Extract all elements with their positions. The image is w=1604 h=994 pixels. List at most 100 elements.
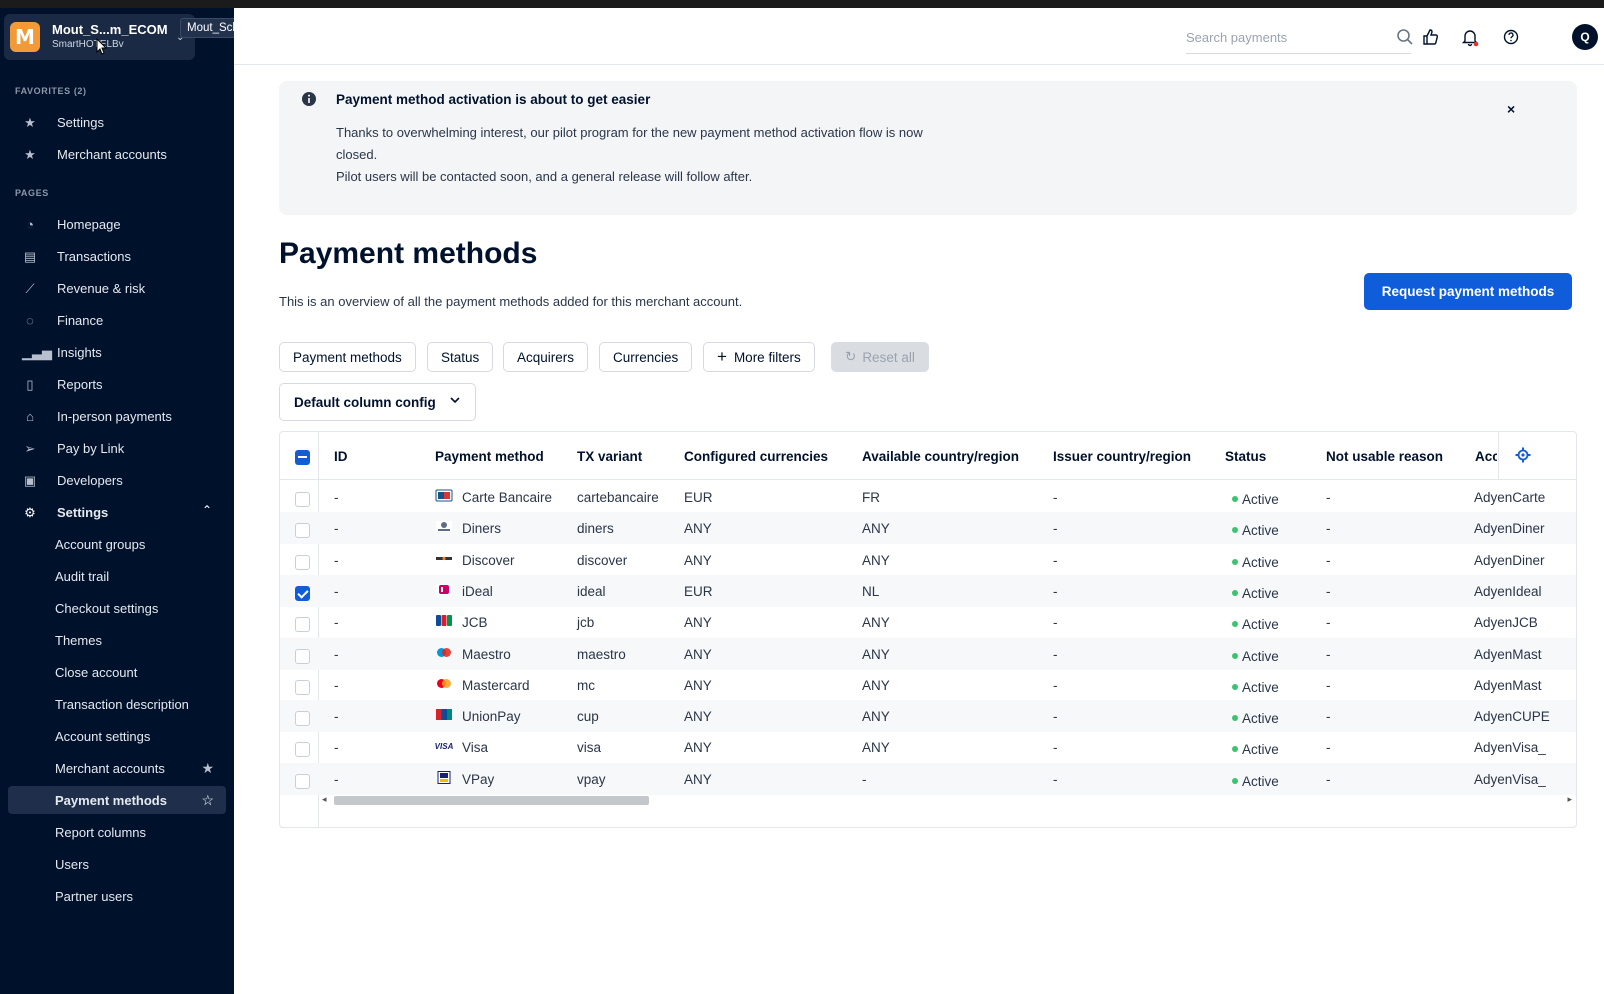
cell-payment-method[interactable]: JCB (462, 615, 488, 630)
filter-status[interactable]: Status (427, 342, 494, 372)
cell-account: AdyenVisa_ (1474, 771, 1546, 787)
sidebar-item-settings[interactable]: ⚙ Settings ⌃ (8, 498, 226, 526)
sidebar-item-label: Pay by Link (57, 440, 125, 456)
row-checkbox[interactable] (295, 523, 310, 539)
cell-payment-method[interactable]: Diners (462, 521, 501, 536)
info-icon (302, 92, 316, 106)
cell-payment-method[interactable]: UnionPay (462, 709, 521, 724)
sidebar-sub-account-settings[interactable]: Account settings (8, 722, 226, 750)
table-row[interactable]: - UnionPay cup ANY ANY - Active - AdyenCUPE (280, 700, 1576, 733)
scroll-right-icon[interactable]: ▸ (1567, 794, 1572, 805)
sidebar-sub-themes[interactable]: Themes (8, 626, 226, 654)
star-icon[interactable]: ★ (201, 760, 214, 777)
column-header-account[interactable]: Acc (1475, 449, 1497, 464)
table-row[interactable]: - Maestro maestro ANY ANY - Active - AdyenMast (280, 637, 1576, 670)
table-row[interactable]: - Discover discover ANY ANY - Active - AdyenDine… (280, 544, 1576, 576)
sidebar-sub-account-groups[interactable]: Account groups (8, 530, 226, 558)
sidebar-item-label: Settings (57, 504, 109, 520)
sidebar-sub-close-account[interactable]: Close account (8, 658, 226, 686)
column-header-payment-method[interactable]: Payment method (435, 449, 544, 464)
avatar[interactable]: Q (1572, 24, 1598, 50)
sidebar-item-revenue-risk[interactable]: ⟋ Revenue & risk (8, 274, 226, 302)
sidebar-sub-partner-users[interactable]: Partner users (8, 882, 226, 910)
column-header-status[interactable]: Status (1225, 449, 1266, 464)
cell-payment-method[interactable]: Maestro (462, 647, 511, 662)
column-header-available-country[interactable]: Available country/region (862, 449, 1019, 464)
cell-id: - (334, 740, 339, 756)
table-row[interactable]: - iDeal ideal EUR NL - Active - AdyenIdeal (280, 574, 1576, 607)
bell-icon[interactable] (1460, 27, 1480, 47)
sidebar-item-in-person-payments[interactable]: ⌂ In-person payments (8, 402, 226, 430)
reset-all-button[interactable]: ↻ Reset all (831, 342, 929, 372)
row-checkbox[interactable] (295, 648, 310, 664)
row-checkbox[interactable] (295, 711, 310, 727)
help-icon[interactable] (1501, 27, 1521, 47)
sidebar-sub-transaction-description[interactable]: Transaction description (8, 690, 226, 718)
row-checkbox[interactable] (295, 773, 310, 789)
filter-payment-methods[interactable]: Payment methods (279, 342, 416, 372)
favorite-merchant-accounts[interactable]: ★ Merchant accounts (8, 140, 226, 168)
sidebar-item-finance[interactable]: ◌ Finance (8, 306, 226, 334)
sidebar-sub-users[interactable]: Users (8, 850, 226, 878)
filter-acquirers[interactable]: Acquirers (503, 342, 589, 372)
row-checkbox[interactable] (295, 554, 310, 570)
cell-payment-method[interactable]: Mastercard (462, 678, 530, 693)
thumbs-up-icon[interactable] (1420, 27, 1440, 47)
cell-payment-method[interactable]: iDeal (462, 584, 493, 599)
svg-text:VISA: VISA (435, 742, 453, 751)
row-checkbox[interactable] (295, 492, 310, 507)
sidebar-item-homepage[interactable]: ◔ Homepage (8, 210, 226, 238)
filter-currencies[interactable]: Currencies (599, 342, 693, 372)
column-header-id[interactable]: ID (334, 449, 348, 464)
row-checkbox[interactable] (295, 679, 310, 695)
terminal-icon: ▣ (23, 473, 37, 488)
row-checkbox[interactable] (295, 585, 310, 601)
column-config-dropdown[interactable]: Default column config (279, 383, 476, 421)
more-filters-button[interactable]: + More filters (703, 342, 815, 372)
favorite-settings[interactable]: ★ Settings (8, 108, 226, 136)
sidebar-sub-audit-trail[interactable]: Audit trail (8, 562, 226, 590)
cell-payment-method[interactable]: Carte Bancaire (462, 490, 552, 505)
row-checkbox[interactable] (295, 742, 310, 758)
column-header-configured-currencies[interactable]: Configured currencies (684, 449, 828, 464)
column-header-tx-variant[interactable]: TX variant (577, 449, 642, 464)
sidebar-sub-payment-methods[interactable]: Payment methods ☆ (8, 786, 226, 814)
search-input[interactable] (1186, 22, 1411, 54)
cell-not-usable-reason: - (1326, 709, 1331, 725)
table-row[interactable]: - VPay vpay ANY - - Active - AdyenVisa_ (280, 762, 1576, 795)
column-header-issuer-country[interactable]: Issuer country/region (1053, 449, 1191, 464)
table-row[interactable]: - Carte Bancaire cartebancaire EUR FR - Active… (280, 481, 1576, 513)
sidebar-item-developers[interactable]: ▣ Developers (8, 466, 226, 494)
table-row[interactable]: - JCB jcb ANY ANY - Active - AdyenJCB (280, 606, 1576, 638)
gear-icon[interactable] (1514, 446, 1532, 464)
company-name: SmartHOTELBv (52, 39, 124, 50)
cell-account: AdyenMast (1474, 677, 1542, 693)
sidebar-sub-merchant-accounts[interactable]: Merchant accounts ★ (8, 754, 226, 782)
close-icon[interactable]: × (1507, 101, 1515, 117)
sidebar-item-pay-by-link[interactable]: ➢ Pay by Link (8, 434, 226, 462)
sidebar-item-transactions[interactable]: ▤ Transactions (8, 242, 226, 270)
cell-payment-method[interactable]: Discover (462, 553, 515, 568)
scroll-left-icon[interactable]: ◂ (322, 794, 327, 805)
cell-payment-method[interactable]: Visa (462, 740, 488, 755)
sidebar-item-reports[interactable]: ▯ Reports (8, 370, 226, 398)
table-row[interactable]: - Diners diners ANY ANY - Active - AdyenDiner (280, 512, 1576, 545)
column-header-not-usable-reason[interactable]: Not usable reason (1326, 449, 1443, 464)
reset-all-label: Reset all (862, 349, 915, 365)
cell-payment-method[interactable]: VPay (462, 772, 494, 787)
row-checkbox[interactable] (295, 617, 310, 633)
table-row[interactable]: - Mastercard mc ANY ANY - Active - AdyenMast (280, 669, 1576, 701)
status-active-dot-icon (1232, 558, 1238, 565)
sidebar-sub-checkout-settings[interactable]: Checkout settings (8, 594, 226, 622)
scrollbar-thumb[interactable] (334, 796, 649, 805)
favorite-label: Settings (57, 114, 104, 130)
request-payment-methods-button[interactable]: Request payment methods (1364, 273, 1572, 310)
cell-issuer-country: - (1053, 552, 1058, 568)
star-outline-icon[interactable]: ☆ (201, 792, 214, 809)
select-all-checkbox[interactable] (295, 450, 310, 465)
horizontal-scrollbar[interactable]: ◂ ▸ (318, 793, 1576, 807)
table-row[interactable]: VISA - Visa visa ANY ANY - Active - AdyenVisa_ (280, 731, 1576, 763)
sidebar-item-insights[interactable]: ▁▃▅ Insights (8, 338, 226, 366)
search-icon[interactable] (1396, 28, 1414, 46)
sidebar-sub-report-columns[interactable]: Report columns (8, 818, 226, 846)
